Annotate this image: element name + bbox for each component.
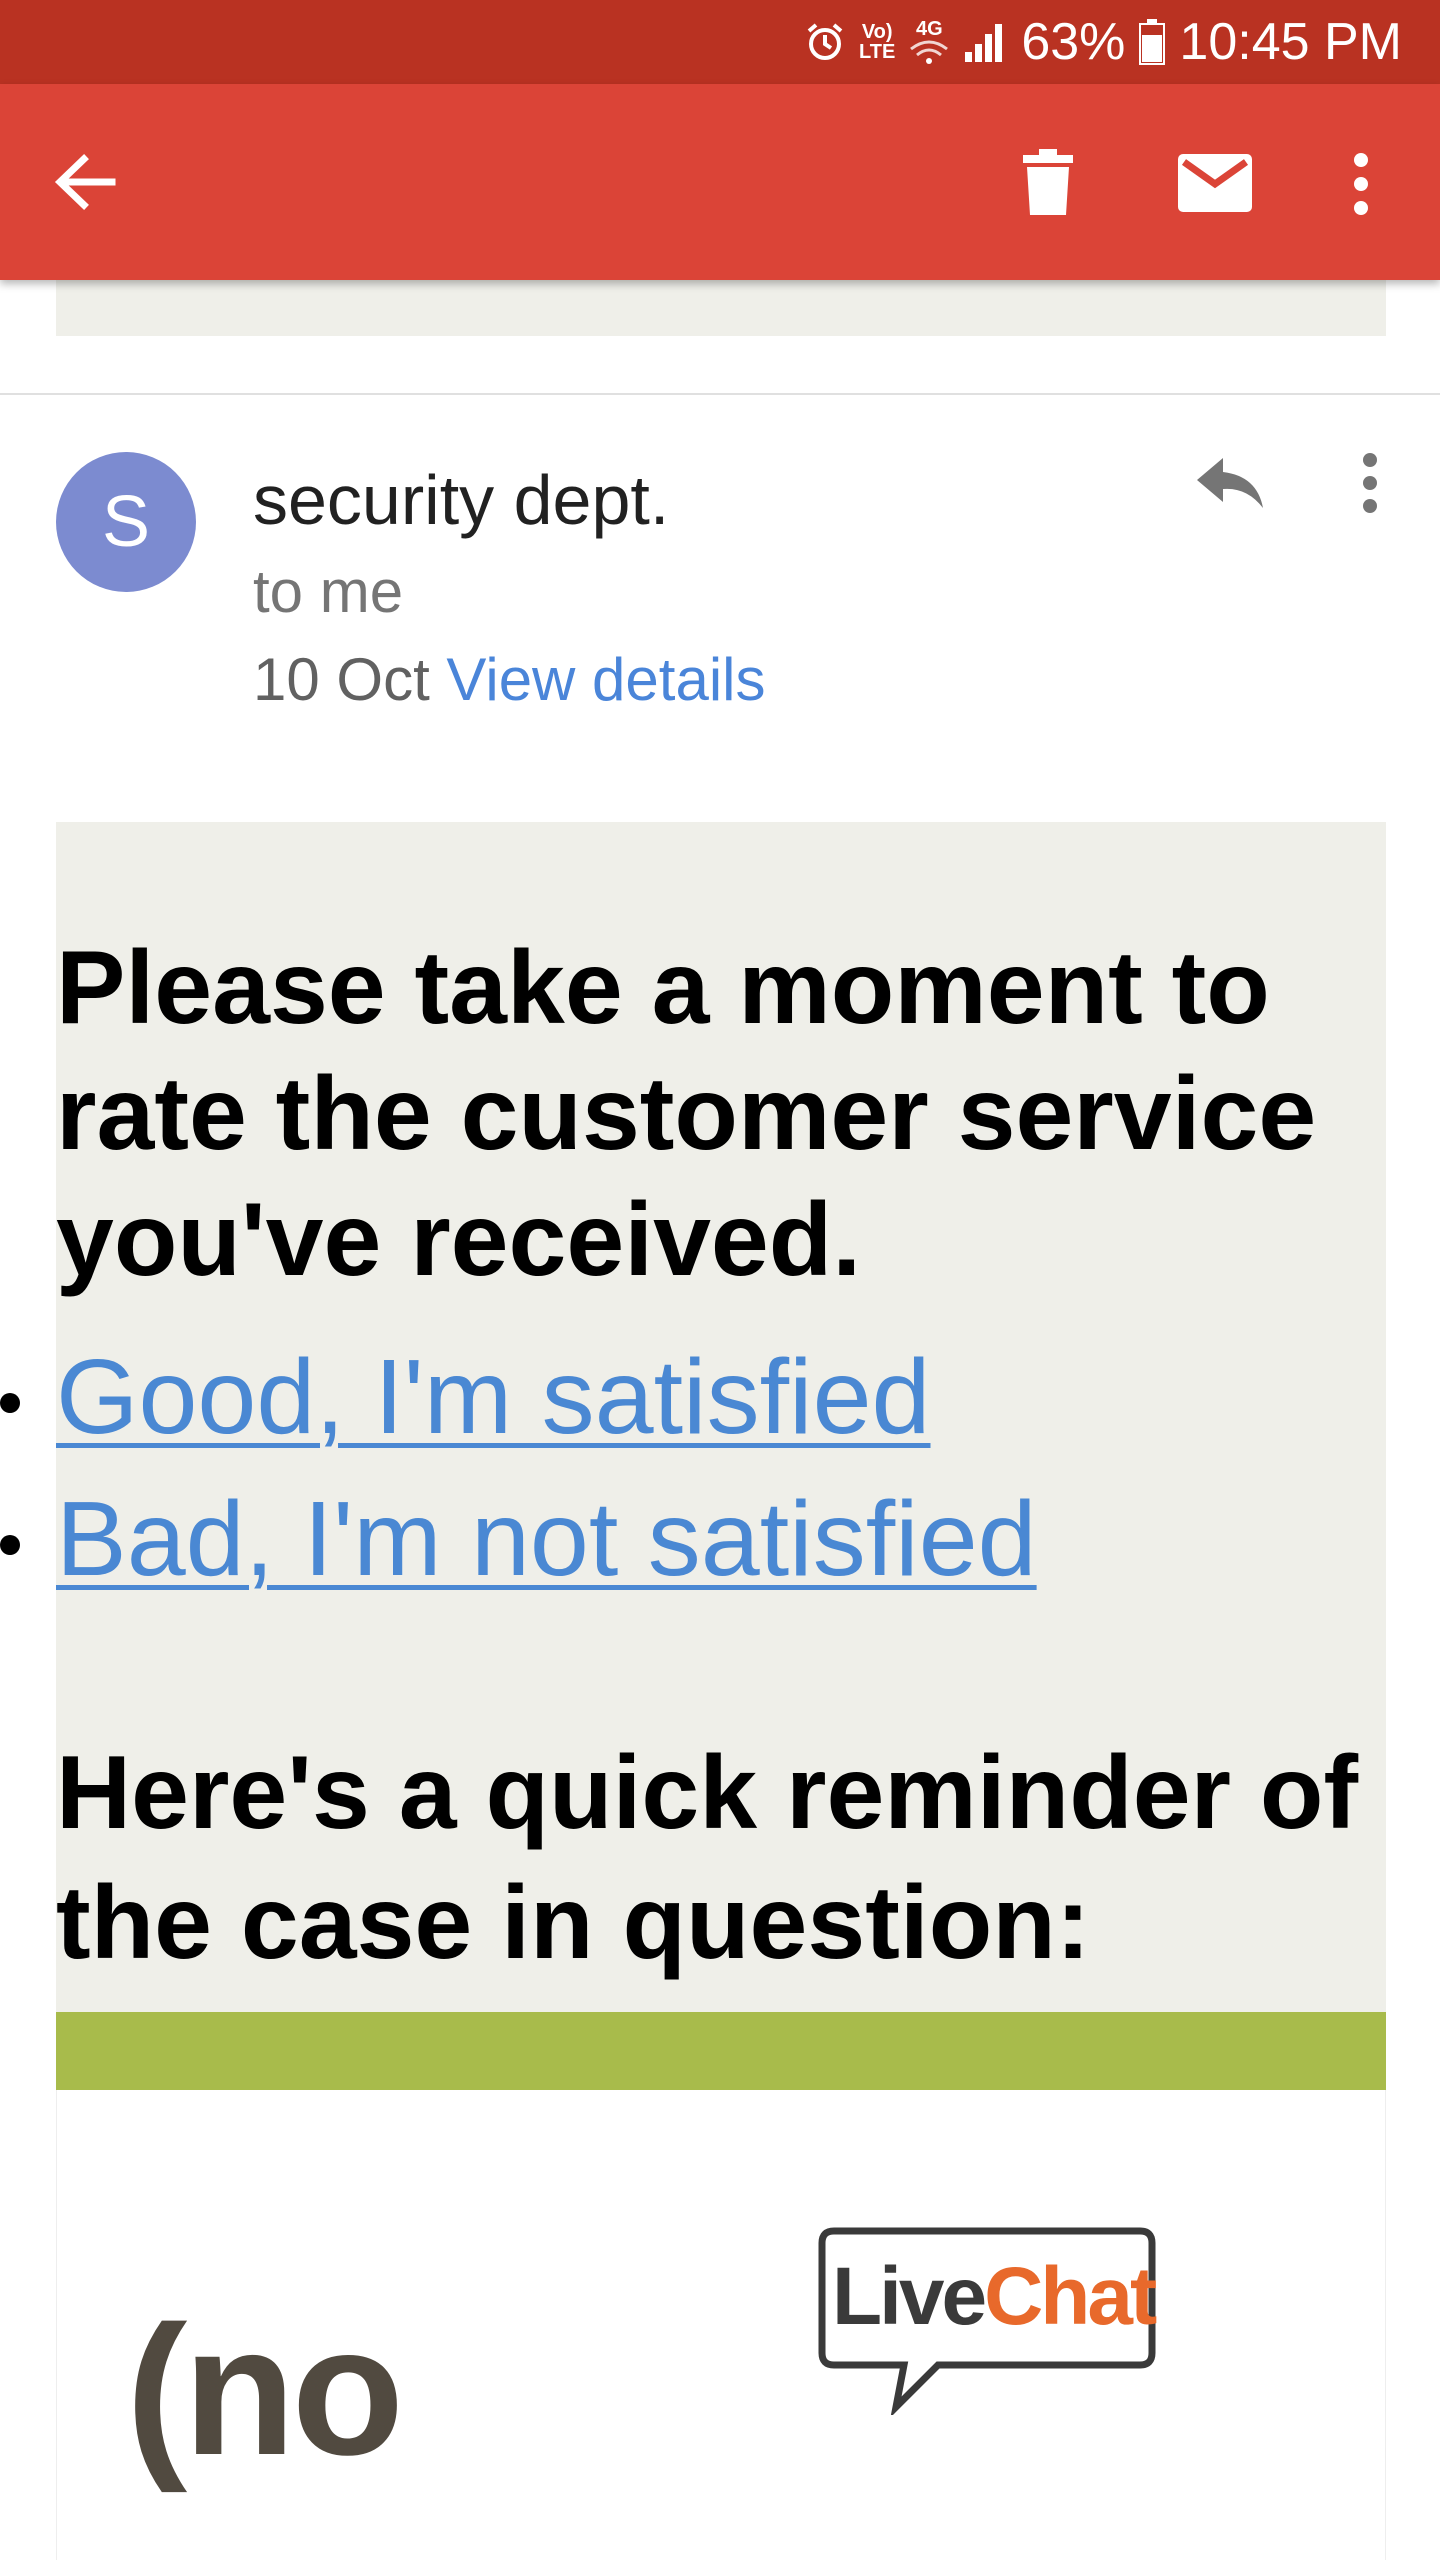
recipient-label[interactable]: to me (253, 557, 403, 627)
trash-icon (1023, 149, 1073, 215)
bullet (0, 1393, 20, 1413)
sender-name: security dept. (253, 461, 670, 539)
reply-icon (1197, 458, 1263, 508)
rating-headline: Please take a moment to rate the custome… (56, 930, 1317, 1298)
toolbar (0, 84, 1440, 280)
clock: 10:45 PM (1179, 13, 1402, 71)
alarm-icon (805, 22, 845, 62)
status-bar: Vo) LTE 4G 63% 10:45 PM (0, 0, 1440, 84)
livechat-chat-text: Chat (984, 2251, 1157, 2342)
delete-button[interactable] (1008, 140, 1088, 224)
livechat-logo: LiveChat (818, 2225, 1158, 2418)
battery-percent: 63% (1021, 13, 1126, 71)
livechat-live-text: Live (832, 2251, 987, 2342)
back-button[interactable] (40, 142, 130, 222)
status-icons: Vo) LTE 4G 63% 10:45 PM (805, 10, 1402, 74)
case-text-fragment: (no (126, 2287, 404, 2493)
message-date: 10 Oct (253, 646, 430, 713)
bullet (0, 1535, 20, 1555)
rating-bad-link[interactable]: Bad, I'm not satisfied (56, 1477, 1037, 1601)
view-details-link[interactable]: View details (446, 646, 765, 713)
avatar-letter: S (101, 482, 151, 562)
overflow-menu-button[interactable] (1336, 142, 1386, 226)
green-banner (56, 2012, 1386, 2090)
battery-icon (1139, 19, 1166, 65)
volte-icon: Vo) LTE (859, 22, 895, 62)
reply-button[interactable] (1190, 448, 1270, 518)
network-label: 4G (916, 18, 943, 40)
message-divider (0, 393, 1440, 395)
mail-icon (1178, 154, 1252, 212)
volte-label: Vo) (861, 21, 893, 43)
signal-icon (963, 22, 1007, 62)
lte-label: LTE (859, 41, 896, 63)
mark-unread-button[interactable] (1170, 144, 1260, 222)
network-4g-icon: 4G (909, 19, 949, 65)
message-menu-button[interactable] (1355, 448, 1385, 518)
back-arrow-icon (54, 154, 116, 210)
more-vert-icon (1354, 153, 1368, 215)
previous-message-body (56, 280, 1386, 336)
avatar[interactable]: S (56, 452, 196, 592)
date-row: 10 Oct View details (253, 645, 766, 715)
rating-good-link[interactable]: Good, I'm satisfied (56, 1335, 931, 1459)
case-reminder-heading: Here's a quick reminder of the case in q… (56, 1735, 1359, 1981)
more-vert-icon (1363, 453, 1377, 513)
